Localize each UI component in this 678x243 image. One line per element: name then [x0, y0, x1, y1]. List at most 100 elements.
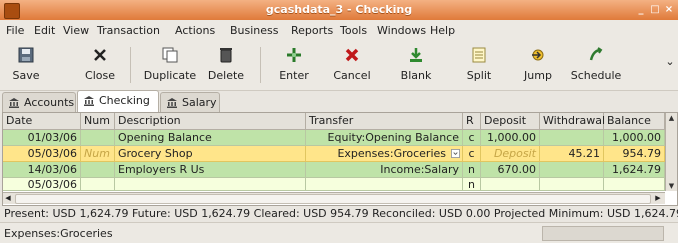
- transfer-cell[interactable]: [306, 178, 463, 191]
- menu-transaction[interactable]: Transaction: [97, 24, 160, 37]
- date-cell[interactable]: 14/03/06: [3, 162, 81, 178]
- menu-bar: File Edit View Transaction Actions Busin…: [0, 20, 678, 41]
- num-cell[interactable]: [81, 178, 115, 191]
- cancel-button[interactable]: Cancel: [330, 43, 374, 87]
- deposit-cell[interactable]: 670.00: [481, 162, 540, 178]
- num-cell[interactable]: [81, 162, 115, 178]
- trash-icon: [220, 48, 232, 63]
- close-button[interactable]: Close: [80, 43, 120, 87]
- reconcile-cell[interactable]: c: [463, 146, 481, 162]
- deposit-cell[interactable]: [481, 178, 540, 191]
- maximize-button[interactable]: □: [648, 3, 662, 16]
- split-label: Split: [466, 69, 492, 82]
- tab-label: Salary: [182, 96, 217, 109]
- transfer-cell[interactable]: Expenses:Groceries: [306, 146, 449, 162]
- save-label: Save: [12, 69, 40, 82]
- scroll-right-icon[interactable]: ▶: [653, 193, 663, 204]
- schedule-label: Schedule: [570, 69, 622, 82]
- num-cell[interactable]: [81, 130, 115, 146]
- toolbar-overflow-button[interactable]: ⌄: [664, 43, 676, 87]
- jump-button[interactable]: Jump: [520, 43, 556, 87]
- vertical-scrollbar[interactable]: ▲ ▼: [665, 113, 677, 191]
- col-r[interactable]: R: [463, 113, 481, 129]
- menu-business[interactable]: Business: [230, 24, 279, 37]
- transfer-cell[interactable]: Equity:Opening Balance: [306, 130, 463, 146]
- tab-salary[interactable]: Salary: [160, 92, 220, 112]
- register-panel: Date Num Description Transfer R Deposit …: [2, 112, 678, 206]
- scroll-thumb[interactable]: [15, 194, 651, 204]
- description-cell[interactable]: [115, 178, 306, 191]
- register-header: Date Num Description Transfer R Deposit …: [3, 113, 665, 130]
- menu-edit[interactable]: Edit: [34, 24, 55, 37]
- tab-label: Checking: [99, 94, 150, 107]
- toolbar: Save Close Duplicate Delete Enter Cancel…: [0, 41, 678, 91]
- cancel-label: Cancel: [333, 69, 371, 82]
- balance-cell: [604, 178, 665, 191]
- bank-icon: [84, 96, 94, 106]
- duplicate-icon: [162, 47, 178, 63]
- schedule-icon: [589, 47, 603, 61]
- blank-button[interactable]: Blank: [396, 43, 436, 87]
- reconcile-cell[interactable]: n: [463, 162, 481, 178]
- table-row-selected[interactable]: 05/03/06 Num Grocery Shop Expenses:Groce…: [3, 146, 665, 162]
- col-num[interactable]: Num: [81, 113, 115, 129]
- enter-icon: [287, 48, 301, 62]
- table-row-blank[interactable]: 05/03/06 n: [3, 178, 665, 191]
- description-cell[interactable]: Employers R Us: [115, 162, 306, 178]
- withdrawal-cell[interactable]: 45.21: [540, 146, 604, 162]
- date-cell[interactable]: 05/03/06: [3, 146, 81, 162]
- col-description[interactable]: Description: [115, 113, 306, 129]
- date-cell[interactable]: 05/03/06: [3, 178, 81, 191]
- description-cell[interactable]: Opening Balance: [115, 130, 306, 146]
- menu-view[interactable]: View: [63, 24, 89, 37]
- tab-accounts[interactable]: Accounts: [2, 92, 76, 112]
- col-balance[interactable]: Balance: [604, 113, 665, 129]
- tab-checking[interactable]: Checking: [77, 90, 159, 113]
- menu-reports[interactable]: Reports: [291, 24, 333, 37]
- progress-bar: [542, 226, 664, 241]
- enter-button[interactable]: Enter: [274, 43, 314, 87]
- reconcile-cell[interactable]: c: [463, 130, 481, 146]
- schedule-button[interactable]: Schedule: [568, 43, 624, 87]
- num-cell[interactable]: Num: [81, 146, 115, 162]
- col-deposit[interactable]: Deposit: [481, 113, 540, 129]
- tab-label: Accounts: [24, 96, 75, 109]
- deposit-cell[interactable]: 1,000.00: [481, 130, 540, 146]
- scroll-left-icon[interactable]: ◀: [3, 193, 13, 204]
- transfer-cell[interactable]: Income:Salary: [306, 162, 463, 178]
- horizontal-scrollbar[interactable]: ◀ ▶: [3, 192, 665, 204]
- table-row[interactable]: 14/03/06 Employers R Us Income:Salary n …: [3, 162, 665, 178]
- menu-windows[interactable]: Windows: [377, 24, 426, 37]
- withdrawal-cell[interactable]: [540, 178, 604, 191]
- table-row[interactable]: 01/03/06 Opening Balance Equity:Opening …: [3, 130, 665, 146]
- date-cell[interactable]: 01/03/06: [3, 130, 81, 146]
- withdrawal-cell[interactable]: [540, 162, 604, 178]
- description-cell[interactable]: Grocery Shop: [115, 146, 306, 162]
- account-summary: Present: USD 1,624.79 Future: USD 1,624.…: [4, 207, 678, 220]
- split-button[interactable]: Split: [460, 43, 498, 87]
- menu-file[interactable]: File: [6, 24, 24, 37]
- scroll-down-icon[interactable]: ▼: [666, 181, 677, 191]
- balance-cell: 1,000.00: [604, 130, 665, 146]
- close-window-button[interactable]: ×: [662, 3, 676, 16]
- duplicate-button[interactable]: Duplicate: [138, 43, 202, 87]
- reconcile-cell[interactable]: n: [463, 178, 481, 191]
- menu-help[interactable]: Help: [430, 24, 455, 37]
- scroll-up-icon[interactable]: ▲: [666, 113, 677, 123]
- deposit-cell[interactable]: Deposit: [481, 146, 540, 162]
- status-bar: Expenses:Groceries: [0, 222, 678, 243]
- col-withdrawal[interactable]: Withdrawal: [540, 113, 605, 129]
- save-button[interactable]: Save: [6, 43, 46, 87]
- save-icon: [18, 47, 34, 63]
- menu-actions[interactable]: Actions: [175, 24, 215, 37]
- split-icon: [472, 47, 486, 63]
- account-dropdown-button[interactable]: [449, 146, 463, 162]
- delete-button[interactable]: Delete: [204, 43, 248, 87]
- withdrawal-cell[interactable]: [540, 130, 604, 146]
- enter-label: Enter: [279, 69, 309, 82]
- col-transfer[interactable]: Transfer: [306, 113, 463, 129]
- minimize-button[interactable]: _: [634, 3, 648, 16]
- menu-tools[interactable]: Tools: [340, 24, 367, 37]
- jump-label: Jump: [524, 69, 552, 82]
- col-date[interactable]: Date: [3, 113, 81, 129]
